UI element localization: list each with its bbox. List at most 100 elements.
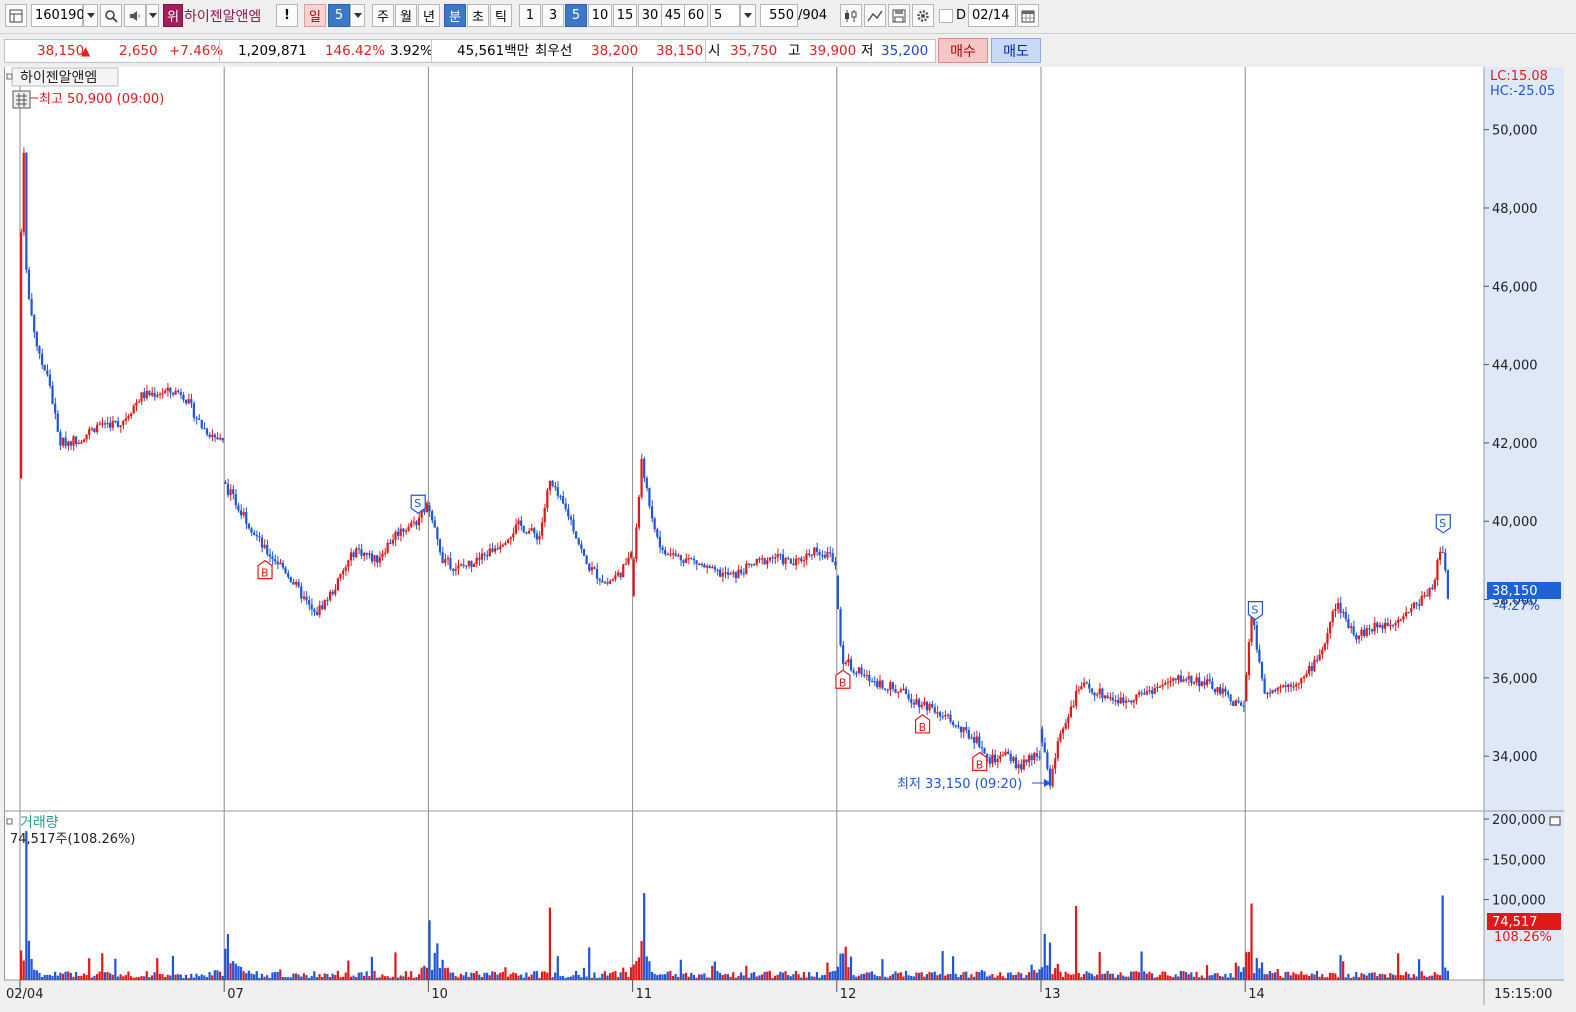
- candle-body: [965, 727, 968, 731]
- volume-bar: [894, 971, 897, 980]
- interval-1[interactable]: 1: [519, 4, 541, 27]
- candle-body: [258, 536, 261, 538]
- tab-day[interactable]: 일: [304, 4, 326, 27]
- volume-bar: [1054, 968, 1057, 980]
- candle-body: [198, 418, 201, 420]
- candle-body: [1072, 705, 1075, 708]
- candle-body: [865, 675, 868, 677]
- volume-bar: [106, 971, 109, 980]
- candle-body: [451, 569, 455, 571]
- candle-body: [1315, 659, 1319, 662]
- candle-body: [873, 681, 876, 683]
- price-volume-chart[interactable]: 34,00036,00038,00040,00042,00044,00046,0…: [4, 67, 1564, 1005]
- layout-icon[interactable]: [5, 4, 27, 27]
- candle-body: [143, 392, 146, 399]
- tab-year[interactable]: 년: [418, 4, 440, 27]
- chart-area[interactable]: 34,000 36,000 38,000 40,000 42,000 44,000 46,0…: [4, 67, 1564, 1005]
- interval-15[interactable]: 15: [613, 4, 637, 27]
- candle-body: [658, 536, 661, 548]
- stock-code-input[interactable]: 160190: [31, 4, 85, 27]
- volume-bar: [360, 972, 363, 980]
- candle-body: [69, 441, 72, 446]
- volume-bar: [54, 971, 57, 980]
- volume-bar: [470, 972, 473, 980]
- line-tool-button[interactable]: [864, 4, 886, 27]
- settings-button[interactable]: [912, 4, 934, 27]
- candle-body: [216, 437, 219, 440]
- volume-bar: [417, 974, 421, 980]
- sell-button[interactable]: 매도: [991, 38, 1041, 63]
- candle-body: [305, 596, 308, 601]
- candle-body: [959, 726, 963, 733]
- candle-body: [1425, 595, 1429, 597]
- tab-tick[interactable]: 틱: [490, 4, 512, 27]
- period-dropdown[interactable]: [740, 4, 756, 27]
- panel-close-icon[interactable]: [1549, 816, 1561, 826]
- candle-body: [823, 555, 826, 558]
- date-input[interactable]: 02/14: [968, 4, 1016, 27]
- calendar-button[interactable]: [1017, 4, 1039, 27]
- candle-body: [276, 561, 279, 565]
- candle-body: [1224, 688, 1227, 693]
- volume-bar: [218, 971, 222, 980]
- date-checkbox[interactable]: [939, 9, 953, 23]
- period-input[interactable]: 5: [710, 4, 740, 27]
- search-button[interactable]: [100, 4, 122, 27]
- volume-bar: [1035, 972, 1038, 980]
- candle-body: [1061, 728, 1065, 734]
- interval-30[interactable]: 30: [638, 4, 662, 27]
- candle-body: [313, 609, 316, 612]
- candle-body: [449, 557, 452, 570]
- volume-bar: [1041, 967, 1044, 980]
- volume-bar: [1056, 963, 1059, 980]
- volume-bar: [216, 970, 219, 980]
- volume-bar: [368, 976, 371, 980]
- code-dropdown-button[interactable]: [83, 4, 98, 27]
- candle-body: [664, 549, 667, 555]
- candle-body: [229, 489, 232, 496]
- candle-body: [1098, 688, 1101, 695]
- day-count-input[interactable]: 5: [328, 4, 350, 27]
- warning-button[interactable]: !: [276, 4, 298, 27]
- interval-5[interactable]: 5: [565, 4, 587, 27]
- interval-45[interactable]: 45: [661, 4, 685, 27]
- volume-bar: [1179, 970, 1182, 980]
- tab-minute[interactable]: 분: [444, 4, 466, 27]
- candle-body: [140, 392, 143, 402]
- count-input[interactable]: 550: [760, 4, 798, 27]
- volume-bar: [1213, 973, 1217, 980]
- sound-button[interactable]: [124, 4, 146, 27]
- candle-body: [82, 439, 86, 443]
- tab-second[interactable]: 초: [467, 4, 489, 27]
- sound-dropdown-button[interactable]: [146, 4, 159, 27]
- volume-bar: [870, 971, 874, 980]
- rank-badge[interactable]: 위: [163, 4, 183, 27]
- candle-body: [904, 688, 908, 694]
- tab-week[interactable]: 주: [372, 4, 394, 27]
- interval-3[interactable]: 3: [542, 4, 564, 27]
- interval-10[interactable]: 10: [588, 4, 612, 27]
- volume-bar: [213, 970, 216, 980]
- x-tick-label: 14: [1248, 987, 1265, 1002]
- buy-button[interactable]: 매수: [938, 38, 988, 63]
- volume-bar: [614, 971, 617, 980]
- candle-body: [1132, 700, 1135, 703]
- volume-bar: [1232, 977, 1235, 980]
- volume-bar: [577, 974, 580, 980]
- high-price: 39,900: [809, 43, 857, 59]
- save-button[interactable]: [888, 4, 910, 27]
- volume-bar: [1219, 975, 1222, 980]
- tab-month[interactable]: 월: [395, 4, 417, 27]
- candle-body: [797, 558, 800, 560]
- candle-type-button[interactable]: [840, 4, 862, 27]
- interval-60[interactable]: 60: [684, 4, 708, 27]
- candle-body: [339, 573, 342, 579]
- candle-body: [506, 539, 510, 543]
- day-count-dropdown[interactable]: [350, 4, 365, 27]
- candle-body: [1342, 611, 1345, 614]
- current-price: 38,150: [37, 43, 85, 59]
- volume-bar: [983, 971, 986, 980]
- volume-bar: [1158, 974, 1162, 980]
- candle-body: [669, 553, 672, 556]
- volume-bar: [221, 975, 224, 980]
